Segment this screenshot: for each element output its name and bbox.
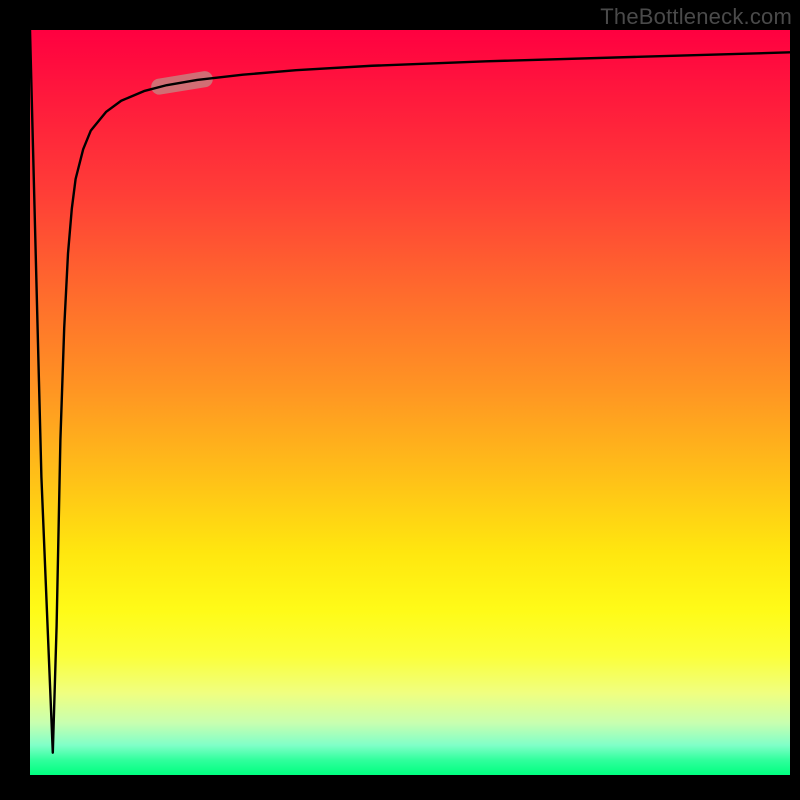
curve-layer [30,30,790,775]
curve [30,30,790,753]
plot-area [30,30,790,775]
chart-frame: TheBottleneck.com [0,0,800,800]
attribution-text: TheBottleneck.com [600,4,792,30]
